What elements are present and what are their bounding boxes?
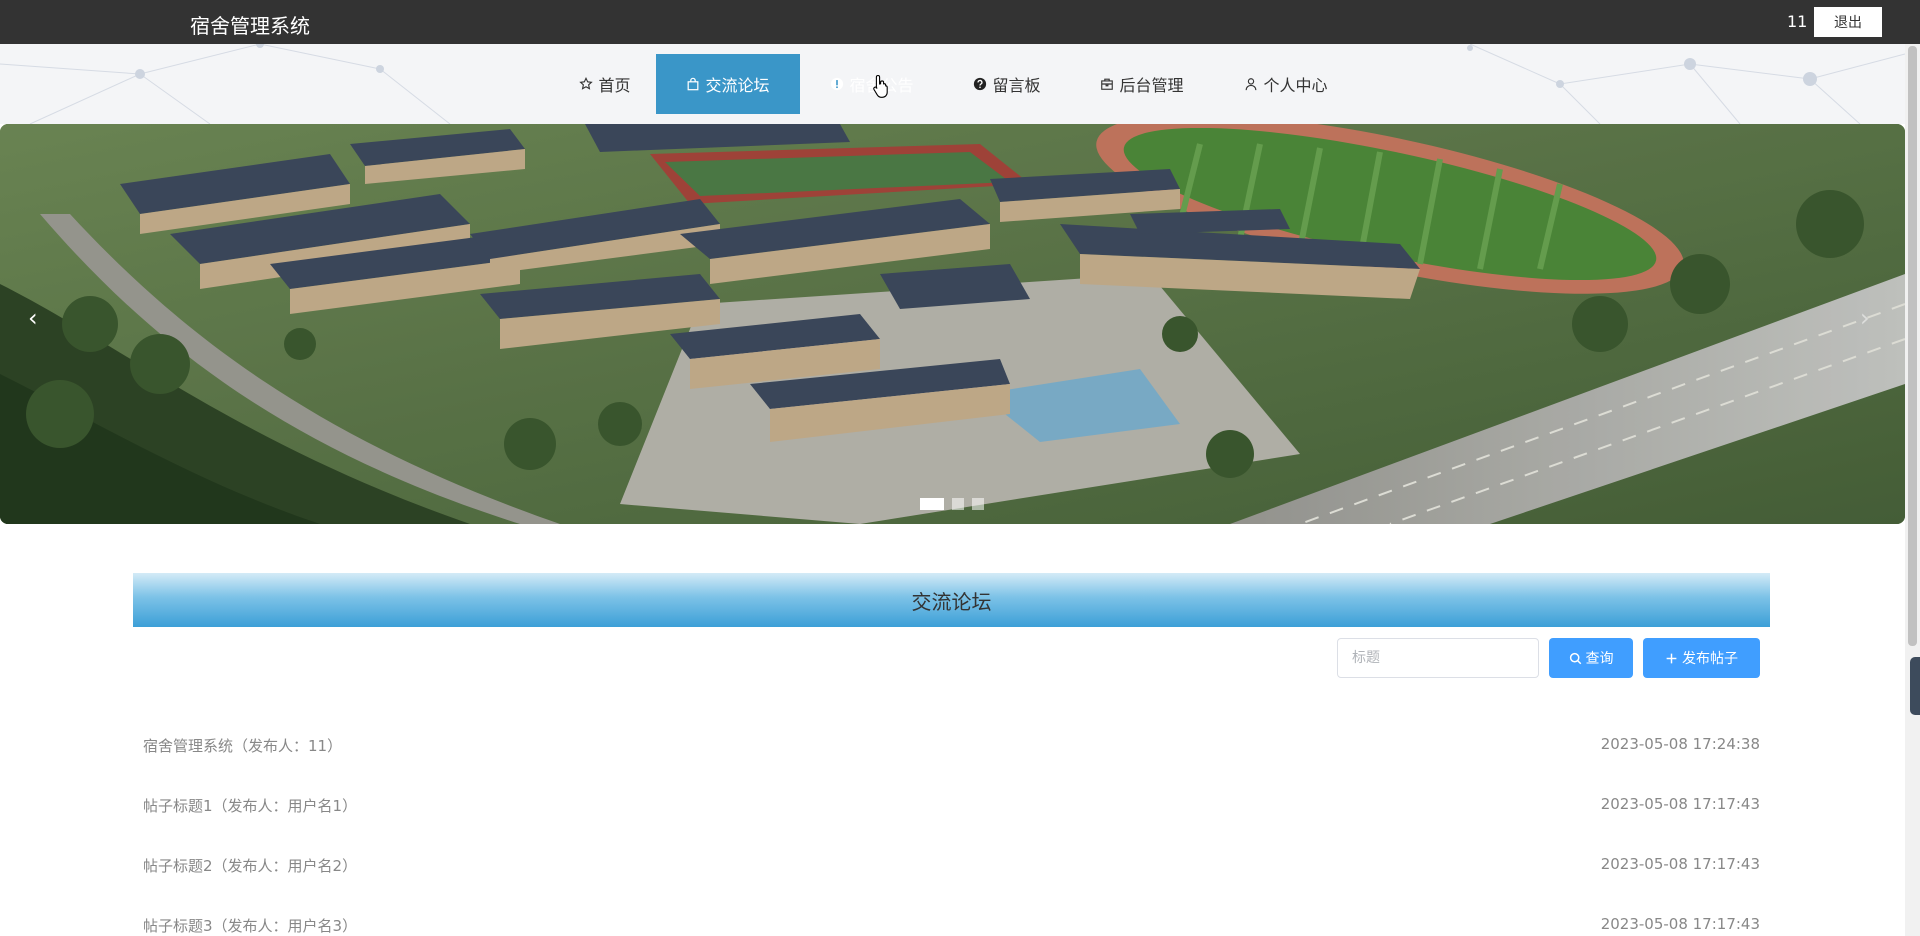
section-header: 交流论坛	[133, 573, 1770, 627]
carousel-next-arrow[interactable]: ›	[1860, 304, 1870, 332]
exclamation-circle-icon	[831, 77, 844, 91]
plus-icon	[1666, 653, 1677, 663]
page: 宿舍管理系统 11 退出 首页 交流论坛 留言板 后台管理 个人中心 ‹ › 交…	[0, 0, 1920, 936]
nav-item-label: 留言板	[992, 76, 1041, 95]
hand-cursor-icon	[873, 74, 888, 98]
page-scrollbar[interactable]	[1905, 44, 1920, 936]
post-list: 宿舍管理系统（发布人：11） 2023-05-08 17:24:38 帖子标题1…	[143, 720, 1760, 936]
box-icon	[1101, 78, 1114, 90]
list-item[interactable]: 宿舍管理系统（发布人：11） 2023-05-08 17:24:38	[143, 720, 1760, 780]
bag-icon	[688, 77, 699, 91]
post-date: 2023-05-08 17:24:38	[1600, 735, 1760, 753]
nav-item-admin[interactable]: 后台管理	[1070, 54, 1214, 114]
carousel-dot[interactable]	[972, 498, 984, 510]
nav-item-profile[interactable]: 个人中心	[1214, 54, 1358, 114]
search-icon	[1569, 652, 1581, 664]
publish-post-button[interactable]: 发布帖子	[1643, 638, 1760, 678]
nav-band: 首页 交流论坛 宿舍公告	[0, 44, 1905, 124]
logout-button[interactable]: 退出	[1814, 7, 1882, 37]
carousel-dot[interactable]	[920, 498, 944, 510]
post-title: 宿舍管理系统（发布人：11）	[143, 737, 343, 755]
post-title: 帖子标题2（发布人：用户名2）	[143, 857, 358, 875]
nav-item-label: 交流论坛	[705, 76, 770, 95]
user-icon	[1246, 78, 1257, 91]
post-date: 2023-05-08 17:17:43	[1600, 795, 1760, 813]
carousel-dot[interactable]	[952, 498, 964, 510]
post-title: 帖子标题1（发布人：用户名1）	[143, 797, 358, 815]
publish-post-label: 发布帖子	[1682, 651, 1738, 667]
campus-aerial-image	[0, 124, 1905, 524]
banner-carousel: ‹ ›	[0, 124, 1905, 524]
top-bar: 宿舍管理系统 11 退出	[0, 0, 1920, 44]
scrollbar-thumb[interactable]	[1908, 46, 1917, 646]
nav-item-label: 首页	[598, 76, 631, 95]
nav-item-home[interactable]: 首页	[554, 54, 656, 114]
list-item[interactable]: 帖子标题3（发布人：用户名3） 2023-05-08 17:17:43	[143, 900, 1760, 936]
list-item[interactable]: 帖子标题2（发布人：用户名2） 2023-05-08 17:17:43	[143, 840, 1760, 900]
query-button[interactable]: 查询	[1549, 638, 1633, 678]
app-title: 宿舍管理系统	[190, 14, 310, 38]
post-date: 2023-05-08 17:17:43	[1600, 915, 1760, 933]
main-nav: 首页 交流论坛 宿舍公告	[554, 54, 1358, 114]
nav-item-forum[interactable]: 交流论坛	[656, 54, 800, 114]
carousel-prev-arrow[interactable]: ‹	[28, 304, 38, 332]
list-item[interactable]: 帖子标题1（发布人：用户名1） 2023-05-08 17:17:43	[143, 780, 1760, 840]
username-label: 11	[1787, 12, 1808, 31]
star-icon	[579, 77, 594, 90]
nav-item-message-board[interactable]: 留言板	[944, 54, 1070, 114]
nav-item-label: 个人中心	[1263, 76, 1328, 95]
section-title: 交流论坛	[911, 589, 992, 614]
title-search-input[interactable]	[1337, 638, 1539, 678]
question-circle-icon	[974, 77, 987, 91]
side-panel-handle[interactable]	[1910, 657, 1920, 715]
nav-item-label: 后台管理	[1119, 76, 1184, 95]
carousel-indicators	[920, 498, 984, 510]
post-date: 2023-05-08 17:17:43	[1600, 855, 1760, 873]
post-title: 帖子标题3（发布人：用户名3）	[143, 917, 358, 935]
query-button-label: 查询	[1585, 651, 1614, 667]
